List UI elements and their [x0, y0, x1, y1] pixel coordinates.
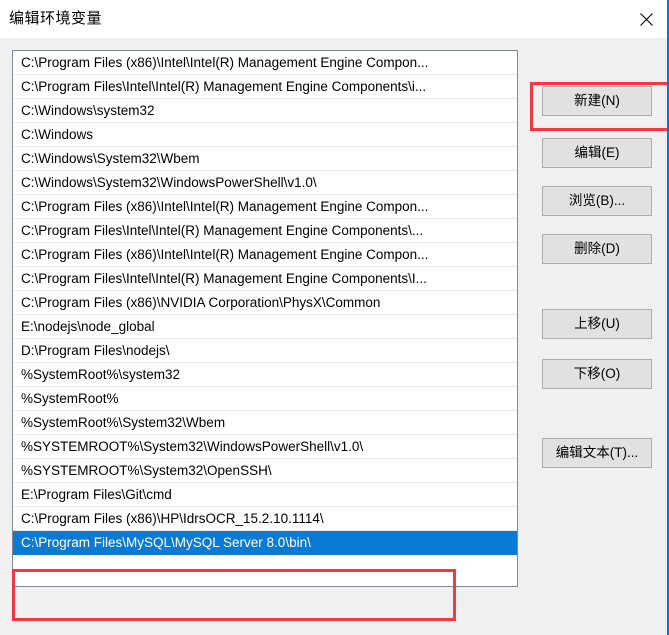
path-list-item[interactable]: %SYSTEMROOT%\System32\WindowsPowerShell\…: [13, 435, 517, 459]
close-icon[interactable]: [623, 0, 667, 38]
edit-environment-variable-dialog: 编辑环境变量 C:\Program Files (x86)\Intel\Inte…: [0, 0, 669, 635]
path-list-item[interactable]: C:\Program Files\Intel\Intel(R) Manageme…: [13, 75, 517, 99]
path-list-item[interactable]: C:\Program Files (x86)\HP\IdrsOCR_15.2.1…: [13, 507, 517, 531]
path-list-item[interactable]: %SYSTEMROOT%\System32\OpenSSH\: [13, 459, 517, 483]
new-button[interactable]: 新建(N): [542, 86, 652, 116]
path-list-item[interactable]: C:\Program Files (x86)\Intel\Intel(R) Ma…: [13, 51, 517, 75]
path-list-item[interactable]: [13, 555, 517, 579]
path-list-item[interactable]: %SystemRoot%: [13, 387, 517, 411]
dialog-client-area: C:\Program Files (x86)\Intel\Intel(R) Ma…: [0, 38, 667, 635]
path-list-item[interactable]: C:\Program Files\MySQL\MySQL Server 8.0\…: [13, 531, 517, 555]
path-list[interactable]: C:\Program Files (x86)\Intel\Intel(R) Ma…: [12, 50, 518, 587]
edit-button[interactable]: 编辑(E): [542, 138, 652, 168]
title-bar: 编辑环境变量: [0, 0, 667, 38]
path-list-item[interactable]: C:\Windows: [13, 123, 517, 147]
edit-text-button[interactable]: 编辑文本(T)...: [542, 438, 652, 468]
path-list-item[interactable]: C:\Program Files\Intel\Intel(R) Manageme…: [13, 267, 517, 291]
path-list-item[interactable]: %SystemRoot%\system32: [13, 363, 517, 387]
path-list-item[interactable]: C:\Windows\system32: [13, 99, 517, 123]
path-list-item[interactable]: D:\Program Files\nodejs\: [13, 339, 517, 363]
path-list-item[interactable]: C:\Program Files (x86)\Intel\Intel(R) Ma…: [13, 195, 517, 219]
browse-button[interactable]: 浏览(B)...: [542, 186, 652, 216]
delete-button[interactable]: 删除(D): [542, 234, 652, 264]
window-title: 编辑环境变量: [9, 10, 103, 27]
path-list-item[interactable]: C:\Program Files\Intel\Intel(R) Manageme…: [13, 219, 517, 243]
path-list-item[interactable]: C:\Program Files (x86)\Intel\Intel(R) Ma…: [13, 243, 517, 267]
path-list-item[interactable]: %SystemRoot%\System32\Wbem: [13, 411, 517, 435]
path-list-item[interactable]: E:\nodejs\node_global: [13, 315, 517, 339]
move-up-button[interactable]: 上移(U): [542, 309, 652, 339]
path-list-item[interactable]: E:\Program Files\Git\cmd: [13, 483, 517, 507]
path-list-item[interactable]: C:\Program Files (x86)\NVIDIA Corporatio…: [13, 291, 517, 315]
path-list-item[interactable]: C:\Windows\System32\WindowsPowerShell\v1…: [13, 171, 517, 195]
move-down-button[interactable]: 下移(O): [542, 359, 652, 389]
path-list-item[interactable]: C:\Windows\System32\Wbem: [13, 147, 517, 171]
